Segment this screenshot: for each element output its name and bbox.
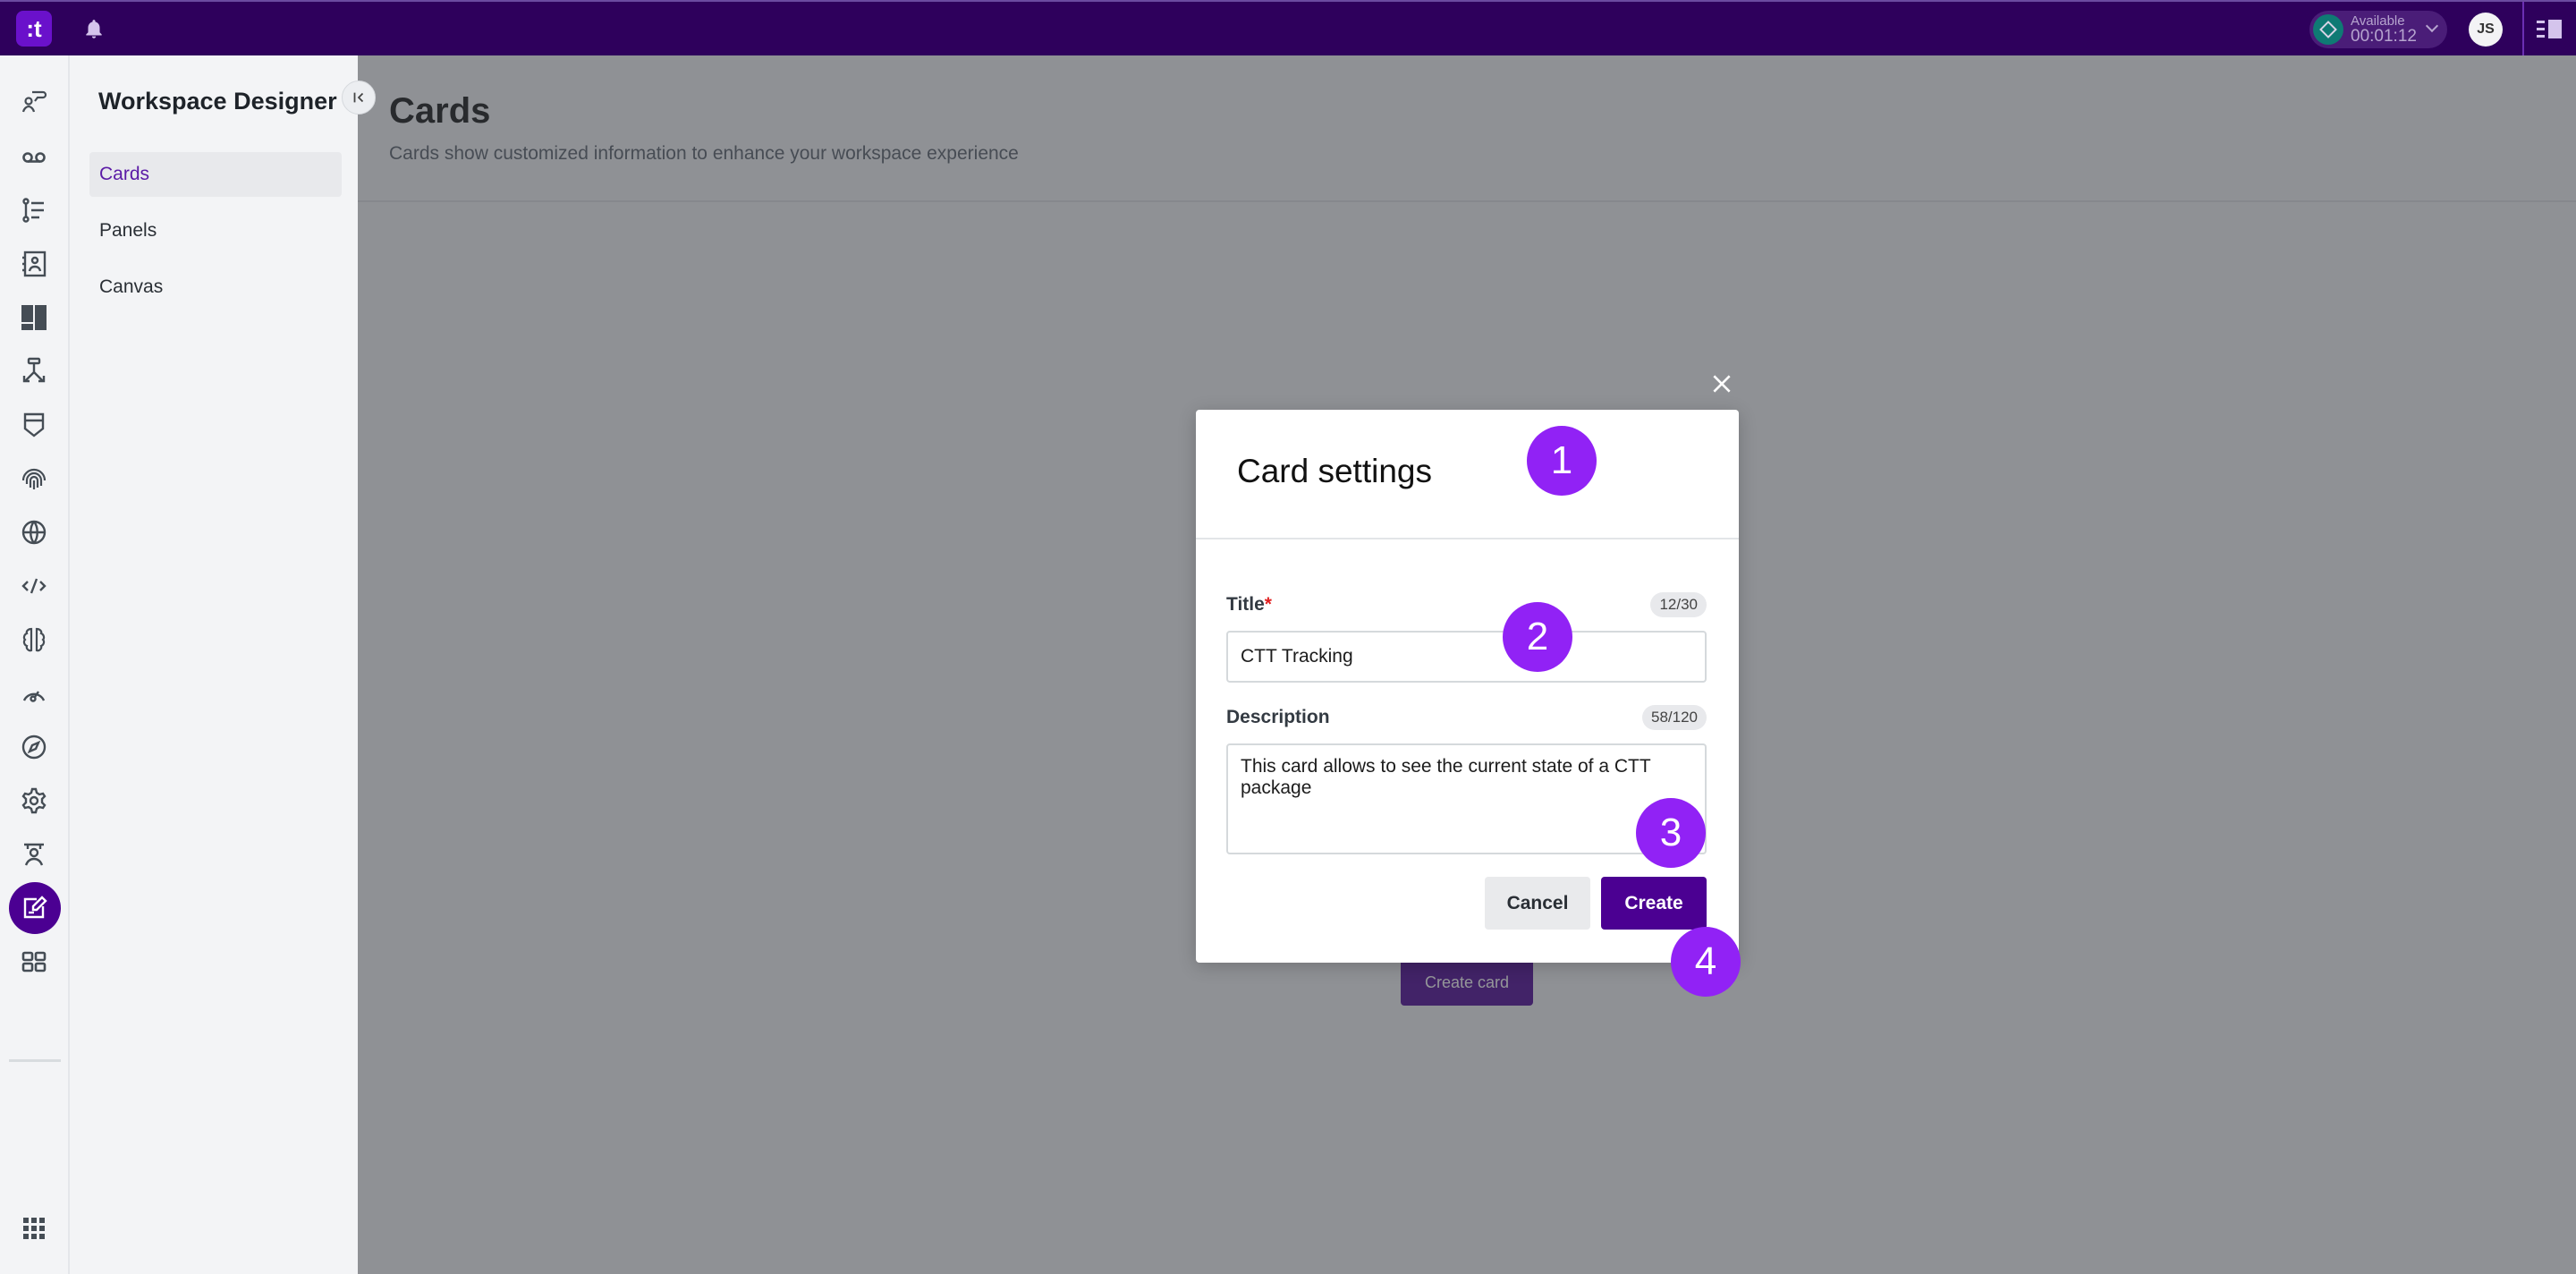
- user-avatar[interactable]: JS: [2469, 13, 2503, 47]
- top-bar: :t Available 00:01:12 JS: [0, 0, 2576, 57]
- code-icon[interactable]: [15, 567, 53, 605]
- notifications-bell-icon[interactable]: [82, 18, 106, 41]
- flow-icon[interactable]: [15, 352, 53, 390]
- grid-icon[interactable]: [15, 943, 53, 981]
- title-label-text: Title: [1226, 594, 1265, 615]
- step-marker-2: 2: [1503, 602, 1572, 672]
- modal-title: Card settings: [1237, 453, 1432, 489]
- supervisor-icon[interactable]: [15, 836, 53, 873]
- title-field-label: Title*: [1226, 594, 1272, 616]
- gauge-icon[interactable]: [15, 675, 53, 712]
- modal-header-divider: [1196, 538, 1739, 539]
- fingerprint-icon[interactable]: [15, 460, 53, 497]
- step-marker-4: 4: [1671, 927, 1741, 997]
- card-settings-modal: Card settings Title* 12/30 CTT Tracking …: [1196, 410, 1739, 963]
- description-char-counter: 58/120: [1642, 705, 1707, 730]
- description-field-label: Description: [1226, 707, 1330, 727]
- gear-icon[interactable]: [15, 782, 53, 820]
- app-logo[interactable]: :t: [16, 11, 52, 47]
- title-input[interactable]: CTT Tracking: [1226, 631, 1707, 683]
- layout-icon[interactable]: [15, 299, 53, 336]
- shield-icon[interactable]: [15, 406, 53, 444]
- required-marker: *: [1264, 594, 1272, 615]
- topbar-divider: [2522, 2, 2524, 57]
- icon-rail: [0, 55, 70, 1274]
- side-panel-toggle-icon[interactable]: [2537, 18, 2563, 41]
- workspace-designer-icon[interactable]: [9, 882, 61, 934]
- collapse-sidebar-button[interactable]: [342, 81, 376, 115]
- status-timer: 00:01:12: [2351, 27, 2417, 46]
- create-button[interactable]: Create: [1601, 877, 1707, 930]
- rail-divider: [9, 1059, 61, 1062]
- globe-icon[interactable]: [15, 514, 53, 551]
- agent-status-dropdown[interactable]: Available 00:01:12: [2309, 11, 2447, 48]
- title-char-counter: 12/30: [1650, 592, 1707, 617]
- voicemail-icon[interactable]: [15, 138, 53, 175]
- agent-chat-icon[interactable]: [15, 82, 53, 120]
- compass-icon[interactable]: [15, 728, 53, 766]
- sidebar-item-cards[interactable]: Cards: [89, 152, 342, 197]
- cancel-button[interactable]: Cancel: [1485, 877, 1590, 930]
- chevron-down-icon: [2425, 19, 2439, 33]
- status-diamond-icon: [2313, 14, 2343, 45]
- step-marker-1: 1: [1527, 426, 1597, 496]
- sidebar-item-canvas[interactable]: Canvas: [89, 265, 342, 310]
- routing-list-icon[interactable]: [15, 191, 53, 229]
- sidebar-item-panels[interactable]: Panels: [89, 208, 342, 253]
- close-modal-icon[interactable]: [1705, 367, 1739, 401]
- apps-grid-icon[interactable]: [15, 1210, 53, 1247]
- step-marker-3: 3: [1636, 798, 1706, 868]
- brain-icon[interactable]: [15, 621, 53, 658]
- sidebar-title: Workspace Designer: [98, 88, 337, 115]
- description-textarea[interactable]: This card allows to see the current stat…: [1226, 743, 1707, 854]
- contacts-book-icon[interactable]: [15, 245, 53, 283]
- secondary-sidebar: Workspace Designer Cards Panels Canvas: [72, 55, 358, 1274]
